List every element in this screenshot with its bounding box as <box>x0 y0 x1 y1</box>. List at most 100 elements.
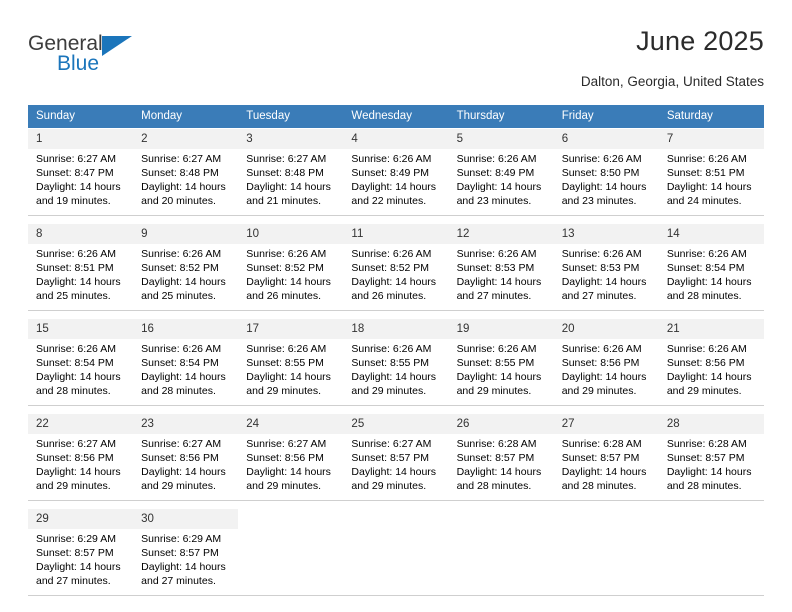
daylight-text-line1: Daylight: 14 hours <box>351 371 437 383</box>
day-cell[interactable]: Sunrise: 6:26 AM Sunset: 8:52 PM Dayligh… <box>238 244 343 310</box>
daylight-text-line1: Daylight: 14 hours <box>456 276 542 288</box>
day-cell[interactable]: Sunrise: 6:27 AM Sunset: 8:47 PM Dayligh… <box>28 149 133 215</box>
day-cell[interactable]: Sunrise: 6:26 AM Sunset: 8:53 PM Dayligh… <box>449 244 554 310</box>
daylight-text-line2: and 29 minutes. <box>351 480 427 492</box>
sunset-text: Sunset: 8:56 PM <box>666 357 745 369</box>
day-number[interactable]: 23 <box>133 414 238 434</box>
day-number[interactable]: 11 <box>343 224 448 244</box>
daylight-text-line1: Daylight: 14 hours <box>351 466 437 478</box>
day-number[interactable]: 29 <box>28 509 133 529</box>
sunset-text: Sunset: 8:55 PM <box>456 357 535 369</box>
daylight-text-line2: and 22 minutes. <box>351 195 427 207</box>
day-cell[interactable]: Sunrise: 6:26 AM Sunset: 8:55 PM Dayligh… <box>343 339 448 405</box>
day-number[interactable]: 13 <box>554 224 659 244</box>
day-cell[interactable]: Sunrise: 6:28 AM Sunset: 8:57 PM Dayligh… <box>659 434 764 500</box>
sunset-text: Sunset: 8:55 PM <box>246 357 324 369</box>
sunrise-text: Sunrise: 6:26 AM <box>351 248 432 260</box>
daylight-text-line2: and 29 minutes. <box>351 385 427 397</box>
day-cell[interactable]: Sunrise: 6:27 AM Sunset: 8:57 PM Dayligh… <box>343 434 448 500</box>
day-cell[interactable]: Sunrise: 6:26 AM Sunset: 8:54 PM Dayligh… <box>133 339 238 405</box>
daylight-text-line1: Daylight: 14 hours <box>666 181 752 193</box>
day-number-band: 15 16 17 18 19 20 21 <box>28 318 764 339</box>
daylight-text-line1: Daylight: 14 hours <box>141 371 226 383</box>
day-cell[interactable]: Sunrise: 6:26 AM Sunset: 8:54 PM Dayligh… <box>659 244 764 310</box>
sunrise-text: Sunrise: 6:26 AM <box>561 153 642 165</box>
day-cell[interactable]: Sunrise: 6:26 AM Sunset: 8:52 PM Dayligh… <box>133 244 238 310</box>
day-number-band: 22 23 24 25 26 27 28 <box>28 413 764 434</box>
day-number[interactable]: 2 <box>133 129 238 149</box>
day-number[interactable]: 18 <box>343 319 448 339</box>
day-cell[interactable]: Sunrise: 6:28 AM Sunset: 8:57 PM Dayligh… <box>554 434 659 500</box>
day-cell[interactable]: Sunrise: 6:26 AM Sunset: 8:56 PM Dayligh… <box>554 339 659 405</box>
day-number[interactable]: 25 <box>343 414 448 434</box>
sunset-text: Sunset: 8:57 PM <box>456 452 535 464</box>
sunset-text: Sunset: 8:56 PM <box>561 357 640 369</box>
day-cell[interactable]: Sunrise: 6:27 AM Sunset: 8:56 PM Dayligh… <box>28 434 133 500</box>
day-number[interactable]: 8 <box>28 224 133 244</box>
day-number[interactable]: 22 <box>28 414 133 434</box>
day-number[interactable]: 27 <box>554 414 659 434</box>
day-number[interactable]: 7 <box>659 129 764 149</box>
day-number[interactable]: 1 <box>28 129 133 149</box>
day-number[interactable]: 16 <box>133 319 238 339</box>
day-number[interactable]: 4 <box>343 129 448 149</box>
sunset-text: Sunset: 8:48 PM <box>246 167 324 179</box>
daylight-text-line1: Daylight: 14 hours <box>36 466 121 478</box>
day-number[interactable]: 30 <box>133 509 238 529</box>
day-cell[interactable]: Sunrise: 6:27 AM Sunset: 8:48 PM Dayligh… <box>133 149 238 215</box>
day-cell[interactable]: Sunrise: 6:26 AM Sunset: 8:55 PM Dayligh… <box>449 339 554 405</box>
sunrise-text: Sunrise: 6:26 AM <box>456 153 537 165</box>
weekday-header-row: Sunday Monday Tuesday Wednesday Thursday… <box>28 105 764 128</box>
sunset-text: Sunset: 8:55 PM <box>351 357 430 369</box>
day-number[interactable]: 3 <box>238 129 343 149</box>
sunset-text: Sunset: 8:57 PM <box>141 547 219 559</box>
sunrise-text: Sunrise: 6:26 AM <box>456 343 537 355</box>
day-cell[interactable]: Sunrise: 6:26 AM Sunset: 8:50 PM Dayligh… <box>554 149 659 215</box>
sunset-text: Sunset: 8:57 PM <box>351 452 430 464</box>
sunrise-text: Sunrise: 6:27 AM <box>141 153 222 165</box>
day-number[interactable]: 10 <box>238 224 343 244</box>
day-cell[interactable]: Sunrise: 6:26 AM Sunset: 8:49 PM Dayligh… <box>449 149 554 215</box>
day-cell[interactable]: Sunrise: 6:27 AM Sunset: 8:56 PM Dayligh… <box>238 434 343 500</box>
day-number[interactable]: 9 <box>133 224 238 244</box>
day-cell[interactable]: Sunrise: 6:26 AM Sunset: 8:56 PM Dayligh… <box>659 339 764 405</box>
day-cell[interactable]: Sunrise: 6:26 AM Sunset: 8:52 PM Dayligh… <box>343 244 448 310</box>
day-number[interactable]: 14 <box>659 224 764 244</box>
day-number[interactable]: 21 <box>659 319 764 339</box>
daylight-text-line2: and 25 minutes. <box>141 290 216 302</box>
day-cell[interactable]: Sunrise: 6:29 AM Sunset: 8:57 PM Dayligh… <box>28 529 133 595</box>
day-number[interactable]: 17 <box>238 319 343 339</box>
day-cell[interactable]: Sunrise: 6:26 AM Sunset: 8:49 PM Dayligh… <box>343 149 448 215</box>
daylight-text-line1: Daylight: 14 hours <box>561 466 647 478</box>
day-cell[interactable]: Sunrise: 6:26 AM Sunset: 8:51 PM Dayligh… <box>28 244 133 310</box>
daylight-text-line2: and 20 minutes. <box>141 195 216 207</box>
day-number[interactable]: 26 <box>449 414 554 434</box>
daylight-text-line1: Daylight: 14 hours <box>561 371 647 383</box>
day-number[interactable]: 15 <box>28 319 133 339</box>
day-cell[interactable]: Sunrise: 6:26 AM Sunset: 8:55 PM Dayligh… <box>238 339 343 405</box>
day-detail-band: Sunrise: 6:29 AM Sunset: 8:57 PM Dayligh… <box>28 529 764 595</box>
day-cell[interactable]: Sunrise: 6:27 AM Sunset: 8:48 PM Dayligh… <box>238 149 343 215</box>
day-cell[interactable]: Sunrise: 6:26 AM Sunset: 8:53 PM Dayligh… <box>554 244 659 310</box>
day-number-empty <box>448 509 554 529</box>
sunset-text: Sunset: 8:50 PM <box>561 167 640 179</box>
day-number[interactable]: 28 <box>659 414 764 434</box>
daylight-text-line2: and 28 minutes. <box>666 290 742 302</box>
day-cell[interactable]: Sunrise: 6:28 AM Sunset: 8:57 PM Dayligh… <box>449 434 554 500</box>
day-number-band: 29 30 <box>28 508 764 529</box>
day-number[interactable]: 6 <box>554 129 659 149</box>
daylight-text-line2: and 19 minutes. <box>36 195 111 207</box>
day-number-empty <box>553 509 659 529</box>
day-cell[interactable]: Sunrise: 6:26 AM Sunset: 8:54 PM Dayligh… <box>28 339 133 405</box>
general-blue-logo[interactable]: General Blue <box>28 32 148 82</box>
day-number[interactable]: 20 <box>554 319 659 339</box>
day-number[interactable]: 24 <box>238 414 343 434</box>
day-number[interactable]: 19 <box>449 319 554 339</box>
daylight-text-line2: and 23 minutes. <box>561 195 637 207</box>
day-number[interactable]: 12 <box>449 224 554 244</box>
day-number[interactable]: 5 <box>449 129 554 149</box>
day-cell[interactable]: Sunrise: 6:29 AM Sunset: 8:57 PM Dayligh… <box>133 529 238 595</box>
daylight-text-line2: and 28 minutes. <box>561 480 637 492</box>
day-cell[interactable]: Sunrise: 6:26 AM Sunset: 8:51 PM Dayligh… <box>659 149 764 215</box>
day-cell[interactable]: Sunrise: 6:27 AM Sunset: 8:56 PM Dayligh… <box>133 434 238 500</box>
